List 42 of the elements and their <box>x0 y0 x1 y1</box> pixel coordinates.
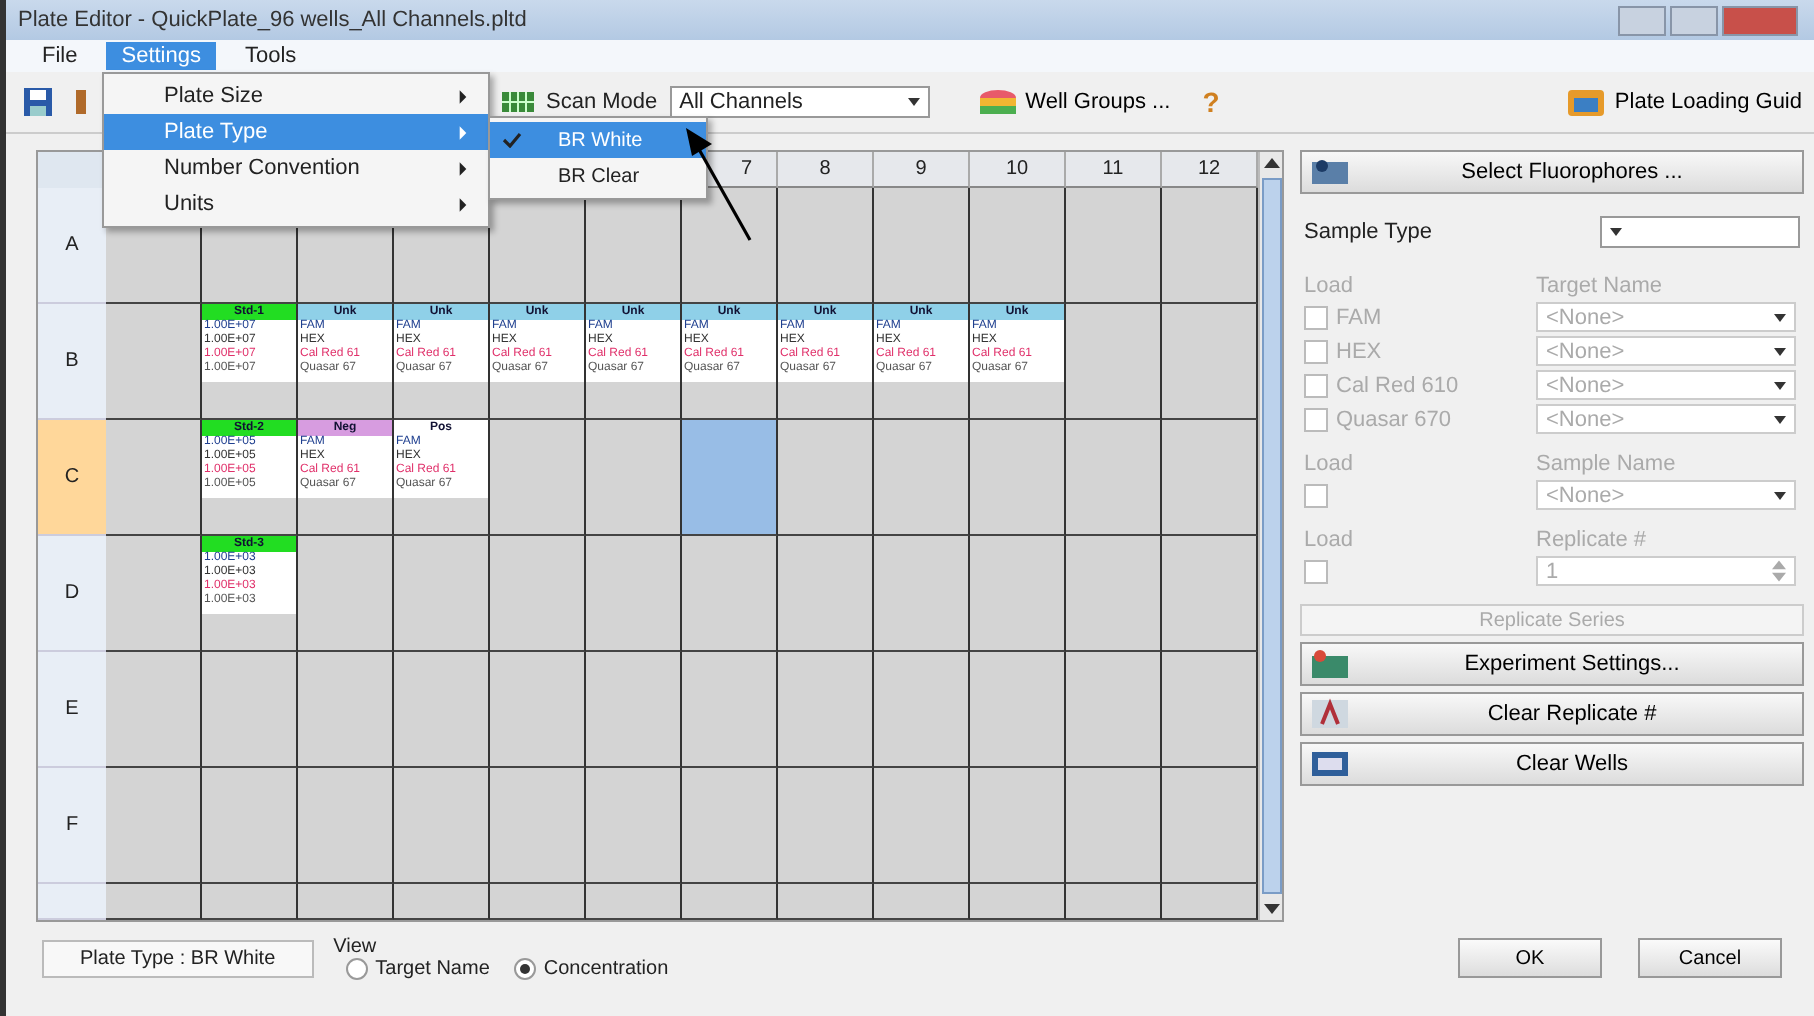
view-label: View <box>333 936 379 958</box>
column-header[interactable]: 11 <box>1066 152 1162 188</box>
row-header[interactable]: E <box>38 652 106 768</box>
load-label: Load <box>1304 528 1355 552</box>
sample-name-label: Sample Name <box>1536 452 1678 476</box>
menu-item[interactable]: Tools <box>228 42 313 70</box>
dye-label: FAM <box>1336 305 1382 329</box>
menu-entry[interactable]: Number Convention <box>104 150 488 186</box>
load-label: Load <box>1304 274 1355 298</box>
row-header[interactable]: C <box>38 420 106 536</box>
column-header[interactable]: 8 <box>778 152 874 188</box>
view-radio[interactable]: Target Name <box>345 958 490 980</box>
action-button[interactable]: Experiment Settings... <box>1300 642 1804 686</box>
column-header[interactable]: 10 <box>970 152 1066 188</box>
well-groups-button[interactable]: Well Groups ... <box>969 82 1179 122</box>
row-header[interactable]: A <box>38 188 106 304</box>
scan-mode-dropdown[interactable]: All Channels <box>669 86 930 118</box>
window-title: Plate Editor - QuickPlate_96 wells_All Channels.pltd <box>18 8 527 32</box>
scan-mode-label: Scan Mode <box>546 90 658 114</box>
load-label: Load <box>1304 452 1355 476</box>
menu-item[interactable]: File <box>26 42 94 70</box>
row-header[interactable]: D <box>38 536 106 652</box>
select-fluorophores-button[interactable]: Select Fluorophores ... <box>1300 150 1804 194</box>
dialog-button[interactable]: OK <box>1458 938 1602 978</box>
sample-type-label: Sample Type <box>1304 220 1433 244</box>
dye-label: Cal Red 610 <box>1336 373 1459 397</box>
dye-label: Quasar 670 <box>1336 407 1451 431</box>
dye-label: HEX <box>1336 339 1382 363</box>
menu-entry[interactable]: Units <box>104 186 488 222</box>
row-header[interactable]: F <box>38 768 106 884</box>
action-button[interactable]: Clear Wells <box>1300 742 1804 786</box>
target-name-label: Target Name <box>1536 274 1664 298</box>
menu-entry[interactable]: Plate Size <box>104 78 488 114</box>
replicate-label: Replicate # <box>1536 528 1649 552</box>
view-radio[interactable]: Concentration <box>513 958 669 980</box>
row-header[interactable]: B <box>38 304 106 420</box>
plate-type-status: Plate Type : BR White <box>42 939 314 977</box>
column-header[interactable]: 9 <box>874 152 970 188</box>
dialog-button[interactable]: Cancel <box>1638 938 1782 978</box>
action-button[interactable]: Clear Replicate # <box>1300 692 1804 736</box>
plate-loading-guide-button[interactable]: Plate Loading Guid <box>1558 82 1810 122</box>
column-header[interactable]: 12 <box>1162 152 1258 188</box>
